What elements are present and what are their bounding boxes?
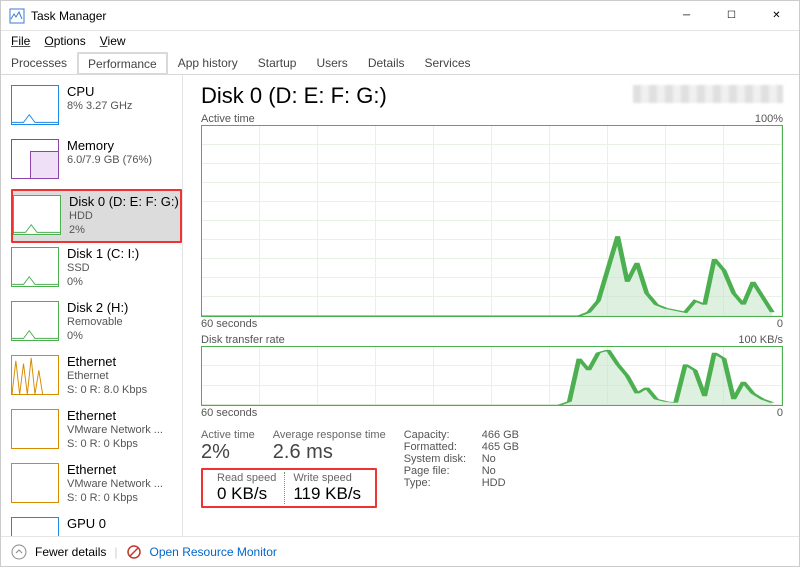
footer: Fewer details | Open Resource Monitor (1, 536, 799, 566)
sidebar-thumb-icon (11, 247, 59, 287)
tab-details[interactable]: Details (358, 52, 415, 75)
sidebar-thumb-icon (11, 517, 59, 536)
chart1-x-left: 60 seconds (201, 318, 257, 330)
tab-users[interactable]: Users (306, 52, 357, 75)
tab-app-history[interactable]: App history (168, 52, 248, 75)
active-time-line (202, 126, 782, 316)
menubar: File Options View (1, 31, 799, 51)
sidebar-thumb-icon (11, 301, 59, 341)
sidebar-item-6[interactable]: EthernetVMware Network ...S: 0 R: 0 Kbps (11, 405, 182, 459)
sidebar-item-label: EthernetVMware Network ...S: 0 R: 0 Kbps (67, 409, 163, 455)
tab-processes[interactable]: Processes (1, 52, 77, 75)
sidebar-item-4[interactable]: Disk 2 (H:)Removable0% (11, 297, 182, 351)
main-panel: Disk 0 (D: E: F: G:) Active time 100% 60… (183, 75, 799, 536)
menu-view[interactable]: View (94, 34, 132, 48)
stat-read-speed: Read speed 0 KB/s (209, 472, 285, 504)
read-write-group: Read speed 0 KB/s Write speed 119 KB/s (201, 468, 377, 508)
sidebar-item-5[interactable]: EthernetEthernetS: 0 R: 8.0 Kbps (11, 351, 182, 405)
chart1-label: Active time (201, 113, 255, 125)
sidebar-item-8[interactable]: GPU 0 (11, 513, 182, 536)
sidebar-item-2[interactable]: Disk 0 (D: E: F: G:)HDD2% (11, 189, 182, 243)
sidebar: CPU8% 3.27 GHz Memory6.0/7.9 GB (76%) Disk… (1, 75, 183, 536)
menu-file[interactable]: File (5, 34, 36, 48)
chart1-x-right: 0 (777, 318, 783, 330)
tab-startup[interactable]: Startup (248, 52, 307, 75)
sidebar-item-label: Memory6.0/7.9 GB (76%) (67, 139, 152, 185)
content: CPU8% 3.27 GHz Memory6.0/7.9 GB (76%) Disk… (1, 75, 799, 536)
maximize-button[interactable]: ☐ (709, 1, 754, 30)
stats-row: Active time 2% Average response time 2.6… (201, 429, 783, 508)
sidebar-item-label: CPU8% 3.27 GHz (67, 85, 132, 131)
open-resource-monitor-link[interactable]: Open Resource Monitor (150, 545, 277, 559)
sidebar-item-label: EthernetVMware Network ...S: 0 R: 0 Kbps (67, 463, 163, 509)
titlebar: Task Manager ─ ☐ ✕ (1, 1, 799, 31)
sidebar-thumb-icon (11, 463, 59, 503)
transfer-rate-line (202, 347, 782, 405)
sidebar-item-0[interactable]: CPU8% 3.27 GHz (11, 81, 182, 135)
menu-options[interactable]: Options (38, 34, 91, 48)
window-title: Task Manager (31, 9, 664, 23)
sidebar-thumb-icon (13, 195, 61, 235)
tab-bar: Processes Performance App history Startu… (1, 51, 799, 75)
sidebar-item-label: Disk 1 (C: I:)SSD0% (67, 247, 139, 293)
sidebar-item-label: GPU 0 (67, 517, 106, 536)
chevron-up-icon[interactable] (11, 544, 27, 560)
sidebar-thumb-icon (11, 355, 59, 395)
sidebar-item-7[interactable]: EthernetVMware Network ...S: 0 R: 0 Kbps (11, 459, 182, 513)
transfer-rate-chart[interactable] (201, 346, 783, 406)
tab-services[interactable]: Services (415, 52, 481, 75)
chart2-label: Disk transfer rate (201, 334, 285, 346)
sidebar-item-3[interactable]: Disk 1 (C: I:)SSD0% (11, 243, 182, 297)
sidebar-thumb-icon (11, 139, 59, 179)
stat-active-time: Active time 2% (201, 429, 255, 464)
disk-model-blurred (633, 85, 783, 103)
minimize-button[interactable]: ─ (664, 1, 709, 30)
stat-write-speed: Write speed 119 KB/s (285, 472, 369, 504)
active-time-chart-block: Active time 100% 60 seconds 0 (201, 113, 783, 330)
sidebar-item-label: Disk 0 (D: E: F: G:)HDD2% (69, 195, 179, 237)
window-controls: ─ ☐ ✕ (664, 1, 799, 30)
disk-details-table: Capacity:466 GB Formatted:465 GB System … (404, 429, 519, 508)
stat-avg-response: Average response time 2.6 ms (273, 429, 386, 464)
tab-performance[interactable]: Performance (77, 52, 168, 75)
active-time-chart[interactable] (201, 125, 783, 317)
transfer-rate-chart-block: Disk transfer rate 100 KB/s 60 seconds 0 (201, 334, 783, 419)
chart2-x-left: 60 seconds (201, 407, 257, 419)
close-button[interactable]: ✕ (754, 1, 799, 30)
chart2-max: 100 KB/s (738, 334, 783, 346)
sidebar-item-label: Disk 2 (H:)Removable0% (67, 301, 128, 347)
chart2-x-right: 0 (777, 407, 783, 419)
task-manager-icon (9, 8, 25, 24)
page-title: Disk 0 (D: E: F: G:) (201, 83, 633, 109)
fewer-details-link[interactable]: Fewer details (35, 545, 106, 559)
sidebar-item-label: EthernetEthernetS: 0 R: 8.0 Kbps (67, 355, 147, 401)
sidebar-thumb-icon (11, 409, 59, 449)
resource-monitor-icon (126, 544, 142, 560)
chart1-max: 100% (755, 113, 783, 125)
sidebar-item-1[interactable]: Memory6.0/7.9 GB (76%) (11, 135, 182, 189)
sidebar-thumb-icon (11, 85, 59, 125)
